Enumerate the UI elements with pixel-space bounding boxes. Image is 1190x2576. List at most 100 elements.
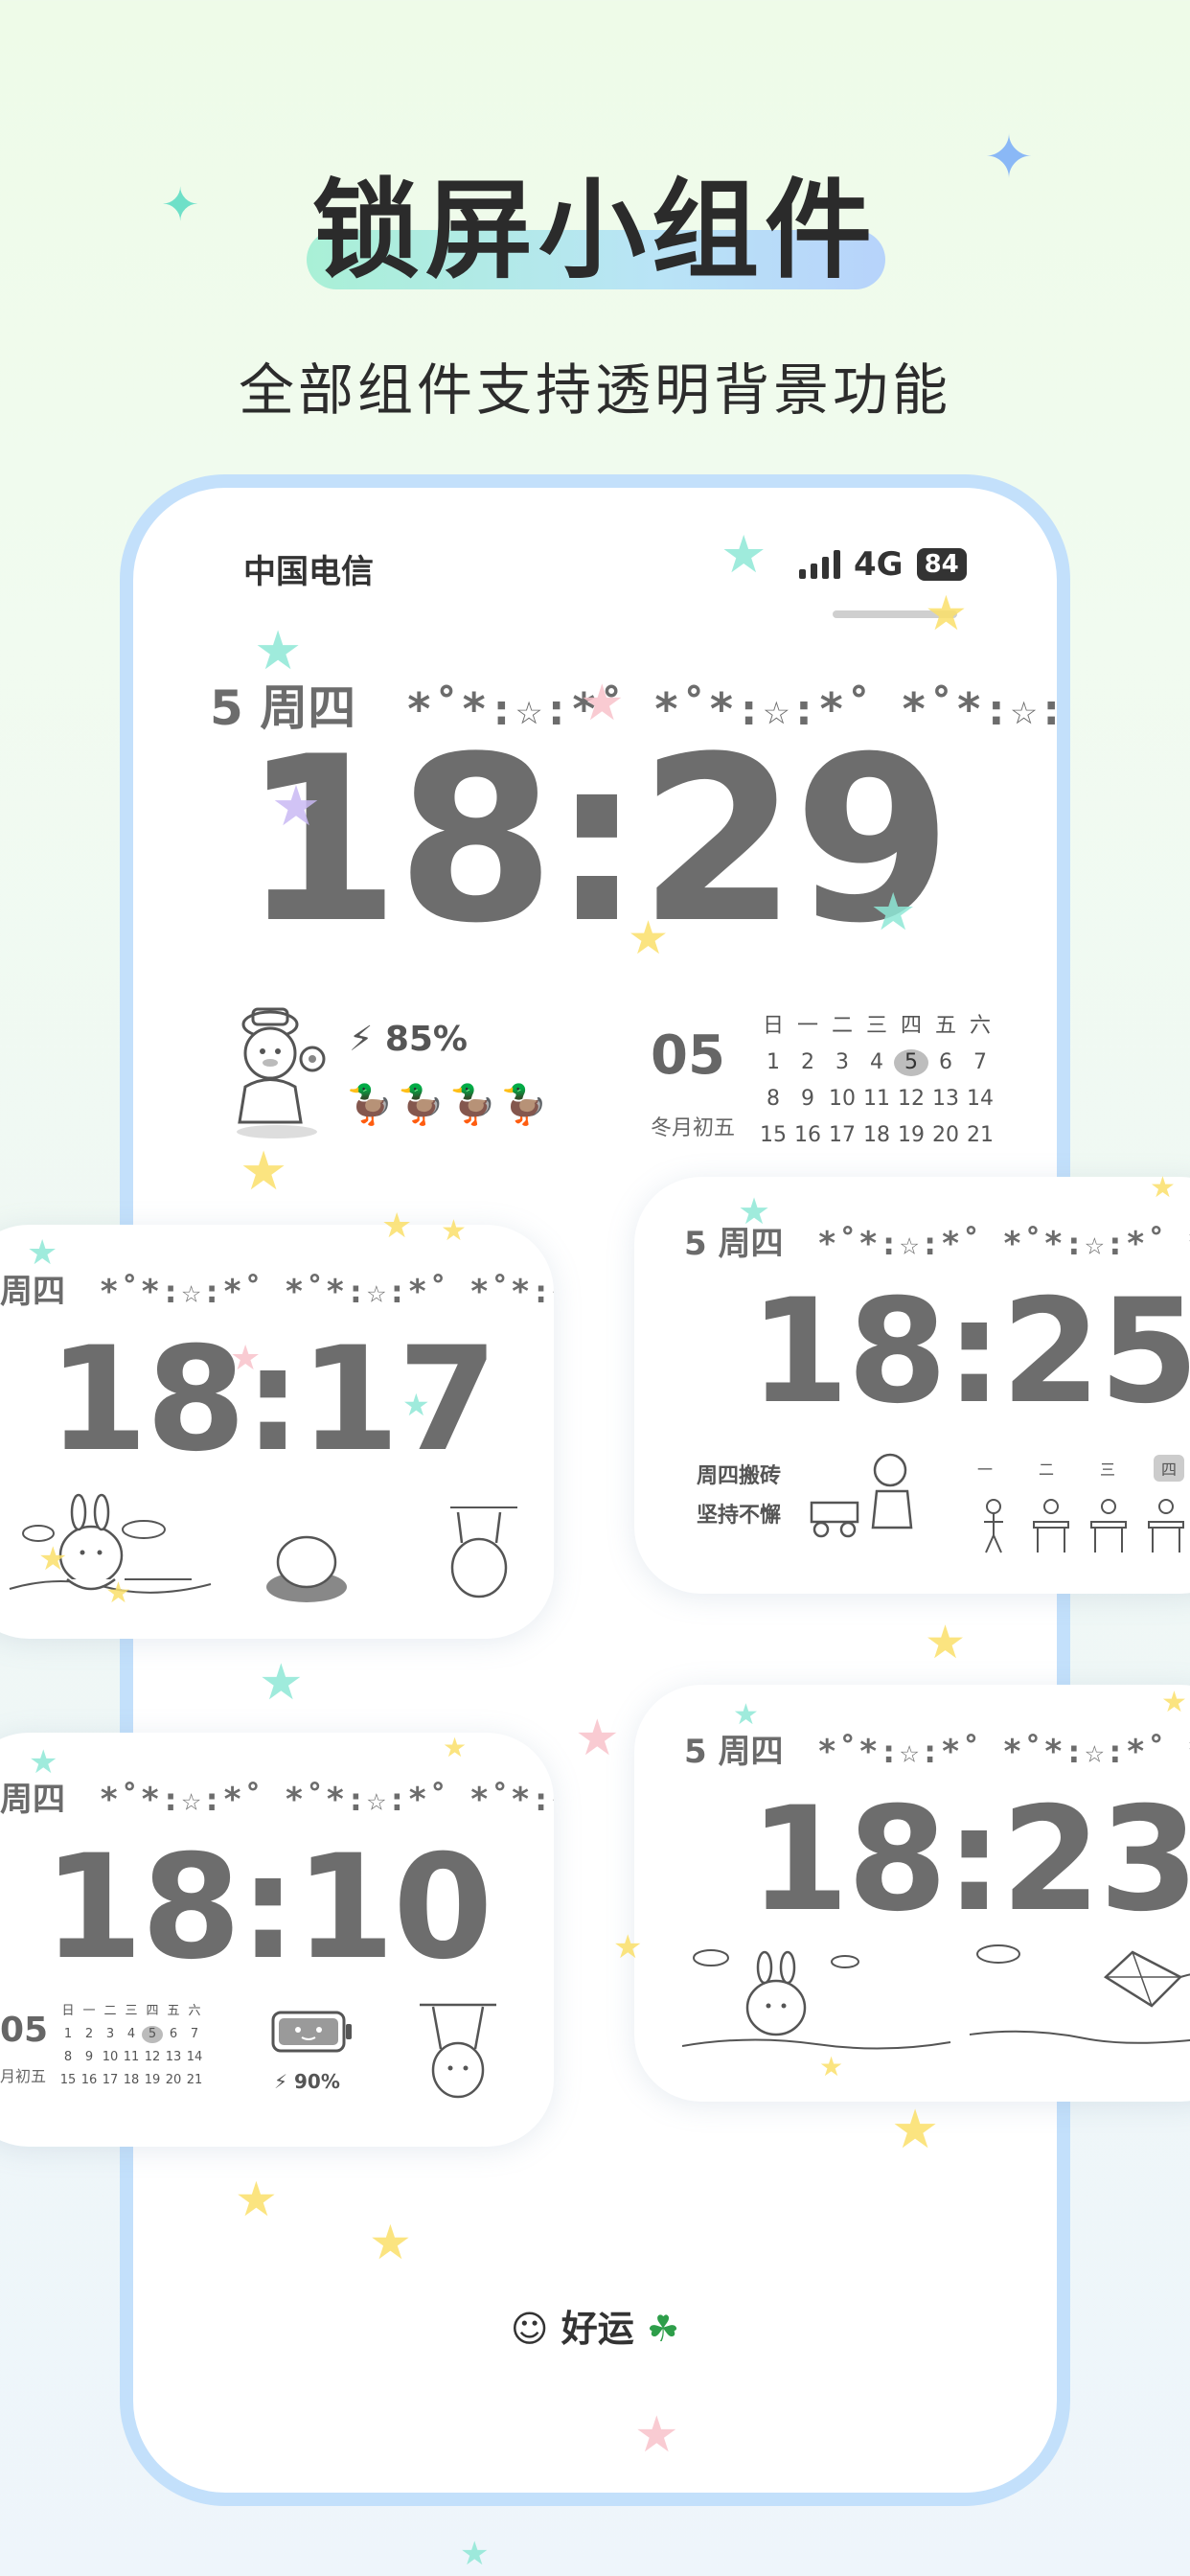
calendar-day-cell: 11: [123, 2050, 140, 2064]
calendar-weekday: 一: [796, 1014, 818, 1038]
calendar-day-cell: 8: [63, 2050, 73, 2064]
widget-battery-percent: ⚡ 90%: [274, 2070, 340, 2093]
calendar-weekday: 五: [167, 2004, 180, 2018]
calendar-weekday: 日: [61, 2004, 75, 2018]
calendar-day-cell: 10: [829, 1087, 856, 1111]
carrier-label: 中国电信: [243, 553, 374, 591]
widget-card-1825[interactable]: 5 周四 *˚*:☆:*˚ *˚*:☆:*˚ *˚*:☆: 18:25 周四搬砖…: [634, 1177, 1190, 1594]
calendar-day-cell: 2: [84, 2027, 94, 2041]
luck-line: ☺ 好运 ☘: [133, 2299, 1057, 2352]
calendar-day-cell: 10: [102, 2050, 119, 2064]
calendar-day-cell: 17: [102, 2073, 119, 2087]
lock-battery-percent: ⚡ 85%: [349, 1020, 468, 1059]
star-icon: ★: [1150, 1171, 1176, 1205]
star-icon: ★: [580, 675, 625, 732]
lock-calendar-lunar: 冬月初五: [651, 1116, 736, 1140]
calendar-day-cell: 18: [863, 1123, 890, 1147]
calendar-day-cell: 13: [932, 1087, 959, 1111]
widget-date: 5 周四 *˚*:☆:*˚ *˚*:☆:*˚ *˚*:☆:: [684, 1725, 1190, 1772]
widget-time: 18:23: [749, 1777, 1190, 1944]
widget-decoration: *˚*:☆:*˚ *˚*:☆:*˚ *˚*:☆:: [817, 1733, 1190, 1771]
calendar-weekday: 六: [969, 1014, 991, 1038]
star-icon: ★: [38, 1540, 68, 1578]
calendar-day-cell: 9: [84, 2050, 94, 2064]
calendar-day-cell: 12: [144, 2050, 161, 2064]
lock-calendar-grid: 日一二三四五六 1 2 3 4 5 6 7 8 9 10 11 12 13 14 15 16 17 18 19 20 21: [756, 1013, 997, 1149]
star-icon: ★: [628, 911, 670, 965]
calendar-day-cell: 12: [898, 1087, 925, 1111]
calendar-day-cell: 21: [967, 1123, 994, 1147]
bolt-icon: ⚡: [274, 2070, 288, 2093]
star-icon: ★: [925, 586, 968, 641]
widget-caption-2: 坚持不懈: [697, 1504, 782, 1528]
calendar-weekday: 一: [82, 2004, 96, 2018]
widget-decoration: *˚*:☆:*˚ *˚*:☆:*˚ *˚*:☆:…: [99, 1273, 554, 1311]
calendar-weekday: 四: [146, 2004, 159, 2018]
calendar-day-cell: 16: [794, 1123, 821, 1147]
calendar-day-cell: 4: [126, 2027, 136, 2041]
widget-battery-value: 90%: [294, 2070, 340, 2093]
widget-date-label: 周四: [0, 1781, 65, 1819]
widget-time: 18:25: [749, 1269, 1190, 1436]
calendar-day-cell: 5: [142, 2026, 163, 2043]
star-icon: ★: [230, 1339, 262, 1378]
star-icon: ★: [870, 882, 917, 942]
calendar-day-cell: 3: [835, 1050, 849, 1074]
widget-card-1810[interactable]: 周四 *˚*:☆:*˚ *˚*:☆:*˚ *˚*:☆:… 18:10 05 月初…: [0, 1733, 554, 2147]
battery-icon: 84: [916, 548, 967, 581]
star-icon: ★: [733, 1698, 759, 1732]
widget-decoration: *˚*:☆:*˚ *˚*:☆:*˚ *˚*:☆:…: [99, 1781, 554, 1819]
star-icon: ★: [634, 2406, 679, 2464]
star-icon: ★: [721, 524, 767, 585]
bunny-clouds-illustration: [9, 1493, 517, 1602]
duck-illustration: [237, 1007, 326, 1138]
star-icon: ★: [575, 1710, 620, 1767]
calendar-day-cell: 21: [186, 2073, 203, 2087]
star-icon: ★: [819, 2051, 844, 2082]
clover-icon: ☘: [647, 2308, 680, 2350]
calendar-weekday: 三: [865, 1014, 887, 1038]
page-title: 锁屏小组件: [312, 169, 878, 293]
star-icon: ★: [240, 1140, 288, 1203]
widget-card-1817[interactable]: 周四 *˚*:☆:*˚ *˚*:☆:*˚ *˚*:☆:… 18:17: [0, 1225, 554, 1639]
calendar-day-cell: 15: [760, 1123, 787, 1147]
star-icon: ★: [27, 1233, 58, 1273]
widget-card-1823[interactable]: 5 周四 *˚*:☆:*˚ *˚*:☆:*˚ *˚*:☆: 18:23: [634, 1685, 1190, 2102]
star-icon: ★: [613, 1928, 643, 1966]
calendar-day-cell: 19: [144, 2073, 161, 2087]
lock-calendar-day: 05: [651, 1024, 725, 1087]
calendar-weekday: 四: [900, 1014, 922, 1038]
calendar-day-cell: 14: [186, 2050, 203, 2064]
weekday-label: 三: [1100, 1460, 1116, 1479]
hanging-bunny-illustration: [420, 2003, 496, 2099]
calendar-day-cell: 7: [973, 1050, 987, 1074]
widget-decoration: *˚*:☆:*˚ *˚*:☆:*˚ *˚*:☆:: [817, 1225, 1190, 1263]
star-icon: ★: [1161, 1686, 1187, 1719]
status-bar-right: 4G 84: [799, 543, 967, 586]
star-icon: ★: [381, 1207, 413, 1246]
star-icon: ★: [369, 2215, 412, 2270]
calendar-day-cell: 3: [105, 2027, 115, 2041]
calendar-day-cell: 19: [898, 1123, 925, 1147]
luck-text: 好运: [561, 2308, 634, 2350]
star-icon: ★: [891, 2099, 940, 2161]
star-icon: ★: [235, 2172, 278, 2227]
calendar-weekday: 三: [125, 2004, 138, 2018]
lock-time: 18:29: [241, 708, 952, 974]
widget-date: 周四 *˚*:☆:*˚ *˚*:☆:*˚ *˚*:☆:…: [0, 1773, 554, 1820]
star-icon: ★: [402, 1387, 430, 1423]
page-subtitle: 全部组件支持透明背景功能: [238, 357, 951, 423]
calendar-weekday: 六: [188, 2004, 201, 2018]
calendar-day-cell: 6: [939, 1050, 952, 1074]
star-icon: ★: [271, 773, 321, 839]
calendar-day-cell: 15: [59, 2073, 77, 2087]
weekday-label: 四: [1154, 1455, 1185, 1482]
calendar-day-cell: 2: [801, 1050, 814, 1074]
calendar-day-cell: 20: [932, 1123, 959, 1147]
widget-date-label: 5 周四: [684, 1733, 784, 1771]
star-icon: ★: [460, 2535, 490, 2573]
star-icon: ★: [925, 1616, 967, 1669]
calendar-weekday: 二: [103, 2004, 117, 2018]
widget-cal-lunar: 月初五: [0, 2067, 47, 2085]
calendar-day-cell: 16: [80, 2073, 98, 2087]
